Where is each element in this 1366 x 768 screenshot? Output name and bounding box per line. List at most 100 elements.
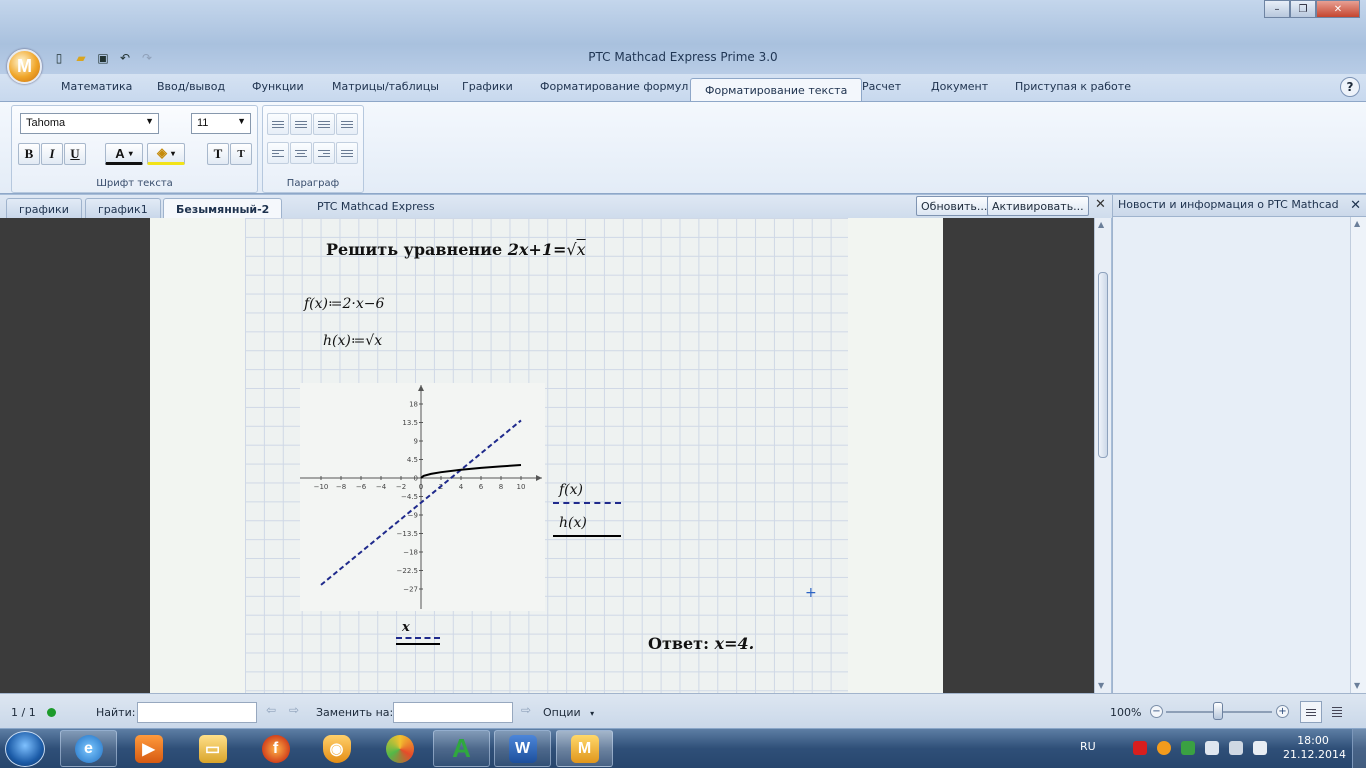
- tab-text-formatting[interactable]: Форматирование текста: [690, 78, 863, 102]
- tray-network-icon[interactable]: [1229, 741, 1243, 755]
- mathcad-icon: M: [570, 734, 599, 763]
- decrease-indent-icon[interactable]: [313, 113, 335, 135]
- xy-plot[interactable]: −10 −8 −6 −4 −2 0 2 4 6 8 10 18 13.5 9 4.5 −4.5 −9 −13.5−…: [300, 383, 545, 611]
- options-button[interactable]: Опции ▾: [543, 706, 594, 719]
- tray-volume-icon[interactable]: [1253, 741, 1267, 755]
- taskbar-item-avast[interactable]: ◉: [308, 730, 365, 767]
- find-input[interactable]: [137, 702, 257, 723]
- replace-icon[interactable]: ⇨: [521, 703, 531, 717]
- legend-h-label[interactable]: h(x): [559, 515, 587, 531]
- font-family-select[interactable]: Tahoma ▼: [20, 113, 159, 134]
- scroll-up-icon[interactable]: ▲: [1098, 220, 1104, 229]
- close-button[interactable]: ✕: [1316, 0, 1360, 18]
- taskbar-item-ie[interactable]: e: [60, 730, 117, 767]
- minimize-button[interactable]: –: [1264, 0, 1290, 18]
- firefox-icon: f: [261, 734, 290, 763]
- taskbar-item-autocad[interactable]: A: [433, 730, 490, 767]
- taskbar-item-mathcad[interactable]: M: [556, 730, 613, 767]
- scroll-up-icon[interactable]: ▲: [1354, 219, 1360, 228]
- tray-device-icon[interactable]: [1205, 741, 1219, 755]
- replace-input[interactable]: [393, 702, 513, 723]
- vertical-scrollbar[interactable]: ▲ ▼: [1094, 218, 1111, 693]
- tab-io[interactable]: Ввод/вывод: [157, 80, 225, 100]
- taskbar-item-app[interactable]: [371, 730, 428, 767]
- paint-bucket-icon: ◈: [156, 145, 167, 160]
- align-center-icon[interactable]: [290, 142, 312, 164]
- plot-canvas: −10 −8 −6 −4 −2 0 2 4 6 8 101813.594.5−4.5−9−13.5−…: [300, 385, 542, 609]
- taskbar-item-media[interactable]: ▶: [120, 730, 177, 767]
- underline-button[interactable]: U: [64, 143, 86, 165]
- doc-tab-grafik1[interactable]: график1: [85, 198, 161, 218]
- tab-plots[interactable]: Графики: [462, 80, 513, 100]
- definition-f[interactable]: f(x)≔2·x−6: [304, 296, 384, 312]
- x-tick-label: −4: [376, 483, 387, 491]
- radical-sign: √: [566, 240, 577, 259]
- doc-tab-untitled-2[interactable]: Безымянный-2: [163, 198, 283, 218]
- font-color-button[interactable]: A ▾: [105, 143, 143, 165]
- highlight-color-button[interactable]: ◈ ▾: [147, 143, 185, 165]
- express-banner: PTC Mathcad Express: [317, 200, 435, 213]
- x-tick-label: −10: [314, 483, 329, 491]
- zoom-out-icon[interactable]: −: [1150, 705, 1163, 718]
- scroll-down-icon[interactable]: ▼: [1098, 681, 1104, 690]
- find-previous-icon[interactable]: ⇦: [266, 703, 276, 717]
- scroll-down-icon[interactable]: ▼: [1354, 681, 1360, 690]
- increase-indent-icon[interactable]: [336, 113, 358, 135]
- taskbar-item-word[interactable]: W: [494, 730, 551, 767]
- tab-matrices[interactable]: Матрицы/таблицы: [332, 80, 439, 100]
- definition-h[interactable]: h(x)≔√x: [323, 333, 382, 349]
- tab-calculation[interactable]: Расчет: [862, 80, 901, 100]
- tab-math[interactable]: Математика: [61, 80, 132, 100]
- draft-view-icon[interactable]: [1326, 701, 1348, 723]
- tray-security-icon[interactable]: [1133, 741, 1147, 755]
- zoom-in-icon[interactable]: +: [1276, 705, 1289, 718]
- document-tabs: графики график1 Безымянный-2 PTC Mathcad…: [0, 195, 1112, 218]
- tray-update-icon[interactable]: [1157, 741, 1171, 755]
- bullet-list-icon[interactable]: [267, 113, 289, 135]
- taskbar-clock[interactable]: 18:00 21.12.2014: [1283, 734, 1346, 762]
- application-menu-orb[interactable]: M: [7, 49, 42, 84]
- language-indicator[interactable]: RU: [1080, 740, 1096, 753]
- news-scrollbar[interactable]: ▲ ▼: [1350, 217, 1366, 693]
- replace-label: Заменить на:: [316, 706, 394, 719]
- align-left-icon[interactable]: [267, 142, 289, 164]
- close-doc-icon[interactable]: ✕: [1095, 197, 1106, 212]
- x-tick-label: 4: [459, 483, 464, 491]
- calc-status-icon: [47, 708, 56, 717]
- task-heading[interactable]: Решить уравнение 2x+1=√x: [326, 240, 586, 259]
- numbered-list-icon[interactable]: [290, 113, 312, 135]
- tab-functions[interactable]: Функции: [252, 80, 304, 100]
- clock-time: 18:00: [1297, 734, 1329, 747]
- legend-f-line: [553, 502, 621, 504]
- justify-icon[interactable]: [336, 142, 358, 164]
- tab-getting-started[interactable]: Приступая к работе: [1015, 80, 1131, 100]
- answer-text[interactable]: Ответ: x=4.: [648, 634, 754, 653]
- font-size-select[interactable]: 11 ▼: [191, 113, 251, 134]
- find-next-icon[interactable]: ⇨: [289, 703, 299, 717]
- legend-f-label[interactable]: f(x): [559, 482, 583, 498]
- maximize-button[interactable]: ❐: [1290, 0, 1316, 18]
- scrollbar-thumb[interactable]: [1098, 272, 1108, 458]
- font-size-value: 11: [197, 117, 209, 129]
- update-button[interactable]: Обновить...: [916, 196, 993, 216]
- bold-button[interactable]: B: [18, 143, 40, 165]
- align-right-icon[interactable]: [313, 142, 335, 164]
- taskbar-item-firefox[interactable]: f: [247, 730, 304, 767]
- page-view-icon[interactable]: [1300, 701, 1322, 723]
- tab-document[interactable]: Документ: [931, 80, 988, 100]
- tray-check-icon[interactable]: [1181, 741, 1195, 755]
- italic-button[interactable]: I: [41, 143, 63, 165]
- x-tick-label: −6: [356, 483, 367, 491]
- doc-tab-grafiki[interactable]: графики: [6, 198, 82, 218]
- help-button[interactable]: ?: [1340, 77, 1360, 97]
- start-button[interactable]: [5, 731, 45, 767]
- x-axis-variable[interactable]: x: [402, 620, 410, 635]
- tab-math-formatting[interactable]: Форматирование формул: [540, 80, 688, 100]
- taskbar-item-explorer[interactable]: ▭: [184, 730, 241, 767]
- zoom-slider-thumb[interactable]: [1213, 702, 1223, 720]
- shrink-font-button[interactable]: T: [230, 143, 252, 165]
- grow-font-button[interactable]: T: [207, 143, 229, 165]
- close-icon[interactable]: ✕: [1350, 198, 1361, 213]
- activate-button[interactable]: Активировать...: [987, 196, 1089, 216]
- show-desktop-button[interactable]: [1352, 729, 1366, 768]
